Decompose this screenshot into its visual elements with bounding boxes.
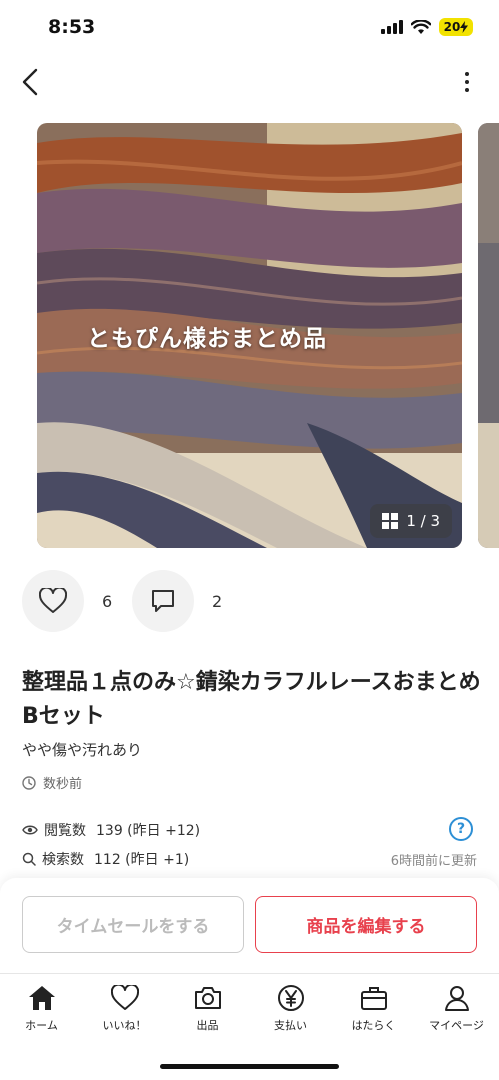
next-photo-thumbnail bbox=[478, 123, 499, 548]
wifi-icon bbox=[411, 19, 431, 34]
signal-icon bbox=[381, 20, 403, 34]
time-sale-button[interactable]: タイムセールをする bbox=[22, 896, 244, 953]
comment-icon bbox=[152, 590, 174, 612]
photo-caption: ともぴん様おまとめ品 bbox=[87, 326, 327, 352]
product-condition: やや傷や汚れあり bbox=[22, 741, 143, 759]
briefcase-icon bbox=[360, 987, 387, 1010]
person-icon bbox=[444, 986, 469, 1011]
home-indicator bbox=[160, 1064, 339, 1069]
more-dot-icon bbox=[465, 72, 469, 76]
tab-label: ホーム bbox=[25, 1019, 58, 1032]
help-icon[interactable]: ? bbox=[449, 817, 473, 841]
status-bar: 8:53 20 bbox=[0, 0, 499, 56]
tab-likes[interactable]: いいね！ bbox=[83, 982, 166, 1038]
tab-label: はたらく bbox=[351, 1019, 396, 1032]
next-image-preview[interactable] bbox=[478, 123, 499, 548]
tab-label: 出品 bbox=[196, 1019, 219, 1032]
back-button[interactable] bbox=[12, 64, 48, 100]
chevron-left-icon bbox=[22, 68, 38, 96]
charging-icon bbox=[460, 21, 469, 33]
edit-product-button[interactable]: 商品を編集する bbox=[255, 896, 477, 953]
status-time: 8:53 bbox=[48, 16, 96, 38]
more-dot-icon bbox=[465, 80, 469, 84]
engagement-actions: 6 2 bbox=[22, 570, 242, 632]
tab-label: いいね！ bbox=[102, 1019, 147, 1032]
tab-label: 支払い bbox=[274, 1019, 307, 1032]
yen-icon bbox=[277, 985, 304, 1011]
tab-work[interactable]: はたらく bbox=[332, 982, 415, 1038]
comment-count: 2 bbox=[212, 591, 223, 611]
tab-home[interactable]: ホーム bbox=[0, 982, 83, 1038]
views-label: 閲覧数 bbox=[44, 823, 86, 839]
posted-time: 数秒前 bbox=[43, 777, 83, 792]
battery-level: 20 bbox=[443, 20, 461, 34]
tab-label: マイページ bbox=[429, 1019, 484, 1032]
updated-time: 6時間前に更新 bbox=[390, 854, 477, 869]
page-counter-text: 1 / 3 bbox=[406, 512, 440, 530]
like-button[interactable] bbox=[22, 570, 84, 632]
image-page-counter: 1 / 3 bbox=[370, 504, 452, 538]
heart-icon bbox=[39, 588, 67, 613]
search-value: 112 (昨日 +1) bbox=[94, 852, 190, 868]
product-image-gallery[interactable]: ともぴん様おまとめ品 1 / 3 bbox=[37, 123, 462, 548]
tab-payment[interactable]: 支払い bbox=[249, 982, 332, 1038]
more-options-button[interactable] bbox=[457, 66, 477, 98]
status-icons: 20 bbox=[381, 18, 473, 36]
more-dot-icon bbox=[465, 88, 469, 92]
search-icon bbox=[22, 852, 36, 866]
posted-time-row: 数秒前 bbox=[22, 773, 82, 792]
camera-icon bbox=[194, 987, 221, 1009]
grid-icon bbox=[382, 513, 399, 529]
home-icon bbox=[28, 986, 55, 1010]
product-title: 整理品１点のみ☆錆染カラフルレースおまとめBセット bbox=[22, 670, 481, 729]
battery-indicator: 20 bbox=[439, 18, 473, 36]
views-value: 139 (昨日 +12) bbox=[96, 823, 201, 839]
comment-button[interactable] bbox=[132, 570, 194, 632]
clock-icon bbox=[22, 775, 36, 790]
search-label: 検索数 bbox=[42, 852, 84, 868]
eye-icon bbox=[22, 825, 38, 835]
top-bar bbox=[0, 58, 499, 106]
views-stat: 閲覧数 139 (昨日 +12) bbox=[22, 819, 477, 841]
tab-sell[interactable]: 出品 bbox=[166, 982, 249, 1038]
bottom-action-panel: タイムセールをする 商品を編集する bbox=[0, 878, 499, 973]
heart-icon bbox=[110, 985, 139, 1010]
like-count: 6 bbox=[102, 591, 113, 611]
tab-mypage[interactable]: マイページ bbox=[415, 982, 498, 1038]
